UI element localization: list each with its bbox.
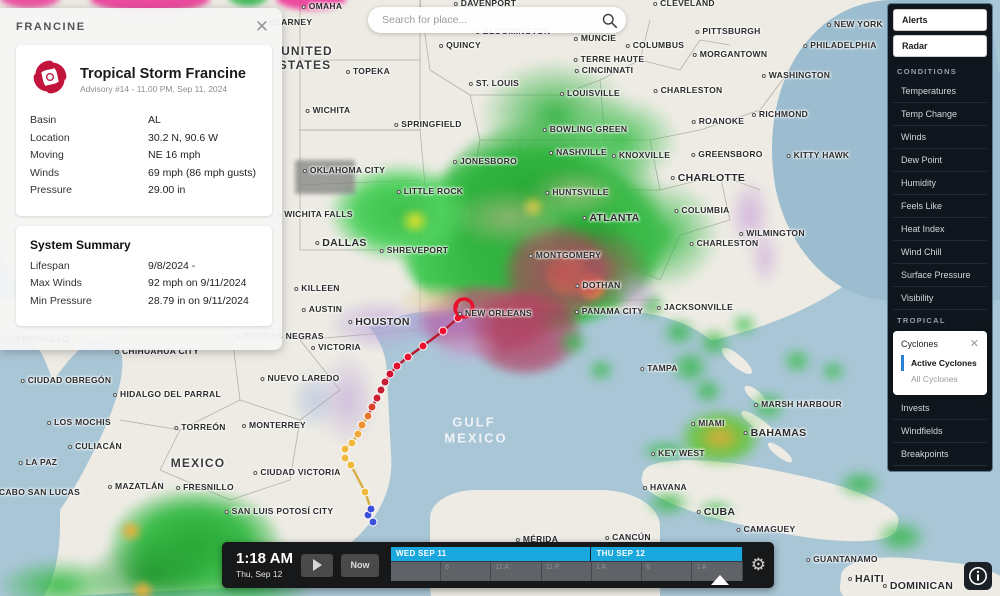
detail-label: Lifespan <box>30 260 148 272</box>
summary-row: Max Winds92 mph on 9/11/2024 <box>30 277 258 289</box>
sidebar-item-invests[interactable]: Invests <box>893 397 987 420</box>
system-summary-list: Lifespan9/8/2024 -Max Winds92 mph on 9/1… <box>30 260 258 307</box>
play-button[interactable] <box>301 554 333 577</box>
summary-row: Lifespan9/8/2024 - <box>30 260 258 272</box>
sidebar-item-temperatures[interactable]: Temperatures <box>893 80 987 103</box>
cyclone-option-active-cyclones[interactable]: Active Cyclones <box>901 355 979 371</box>
timeline-tick[interactable]: 11 P <box>542 562 592 581</box>
detail-value: 9/8/2024 - <box>148 260 195 272</box>
layers-sidebar: Alerts Radar CONDITIONS TemperaturesTemp … <box>887 3 993 472</box>
timeline-tick[interactable]: 11 A <box>491 562 541 581</box>
sidebar-section-conditions: CONDITIONS <box>893 61 987 80</box>
sidebar-tropical-list: InvestsWindfieldsBreakpoints <box>893 397 987 466</box>
timeline-bar: 1:18 AM Thu, Sep 12 Now WED SEP 11THU SE… <box>222 542 774 588</box>
sidebar-item-surface-pressure[interactable]: Surface Pressure <box>893 264 987 287</box>
detail-value: 69 mph (86 mph gusts) <box>148 167 256 179</box>
detail-value: 29.00 in <box>148 184 185 196</box>
storm-detail-list: BasinALLocation30.2 N, 90.6 WMovingNE 16… <box>30 114 258 196</box>
hurricane-icon <box>30 57 70 102</box>
play-icon <box>313 559 322 571</box>
cyclones-popup-header: Cyclones ✕ <box>901 337 979 350</box>
cyclones-options: Active CyclonesAll Cyclones <box>901 355 979 387</box>
timeline-day-headers: WED SEP 11THU SEP 12 <box>391 547 743 561</box>
detail-label: Winds <box>30 167 148 179</box>
system-summary-card: System Summary Lifespan9/8/2024 -Max Win… <box>16 226 272 327</box>
sidebar-item-humidity[interactable]: Humidity <box>893 172 987 195</box>
storm-detail-row: BasinAL <box>30 114 258 126</box>
cyclone-marker-icon[interactable] <box>451 295 477 321</box>
summary-row: Min Pressure28.79 in on 9/11/2024 <box>30 295 258 307</box>
detail-value: 28.79 in on 9/11/2024 <box>148 295 249 307</box>
sidebar-top-buttons: Alerts Radar <box>893 9 987 57</box>
timeline-playhead[interactable] <box>711 575 729 585</box>
cyclones-popup: Cyclones ✕ Active CyclonesAll Cyclones <box>893 331 987 395</box>
sidebar-item-feels-like[interactable]: Feels Like <box>893 195 987 218</box>
storm-detail-row: Winds69 mph (86 mph gusts) <box>30 167 258 179</box>
cyclone-option-all-cyclones[interactable]: All Cyclones <box>901 371 979 387</box>
sidebar-button-radar[interactable]: Radar <box>893 35 987 57</box>
sidebar-item-windfields[interactable]: Windfields <box>893 420 987 443</box>
storm-heading: Tropical Storm Francine Advisory #14 - 1… <box>30 57 258 102</box>
close-icon[interactable]: ✕ <box>970 337 979 350</box>
detail-value: NE 16 mph <box>148 149 201 161</box>
search-input[interactable] <box>382 14 601 26</box>
storm-info-panel: FRANCINE ✕ <box>0 8 282 350</box>
sidebar-item-winds[interactable]: Winds <box>893 126 987 149</box>
sidebar-conditions-list: TemperaturesTemp ChangeWindsDew PointHum… <box>893 80 987 310</box>
timeline-tick[interactable]: 6 <box>642 562 692 581</box>
cyclones-popup-title: Cyclones <box>901 339 938 349</box>
sidebar-item-heat-index[interactable]: Heat Index <box>893 218 987 241</box>
weather-map-app: OMAHADAVENPORTBLOOMINGTONCLEVELANDNEW YO… <box>0 0 1000 596</box>
sidebar-item-visibility[interactable]: Visibility <box>893 287 987 310</box>
detail-label: Pressure <box>30 184 148 196</box>
storm-name: Tropical Storm Francine <box>80 66 246 82</box>
sidebar-item-temp-change[interactable]: Temp Change <box>893 103 987 126</box>
timeline-date: Thu, Sep 12 <box>236 569 293 579</box>
timeline-tick[interactable]: 1 A <box>592 562 642 581</box>
detail-label: Min Pressure <box>30 295 148 307</box>
timeline-clock: 1:18 AM Thu, Sep 12 <box>236 551 293 579</box>
storm-detail-card: Tropical Storm Francine Advisory #14 - 1… <box>16 45 272 216</box>
storm-detail-row: MovingNE 16 mph <box>30 149 258 161</box>
timeline-time: 1:18 AM <box>236 551 293 567</box>
storm-detail-row: Pressure29.00 in <box>30 184 258 196</box>
sidebar-item-dew-point[interactable]: Dew Point <box>893 149 987 172</box>
detail-value: 92 mph on 9/11/2024 <box>148 277 246 289</box>
now-button[interactable]: Now <box>341 554 379 577</box>
info-button[interactable] <box>964 562 992 590</box>
storm-advisory: Advisory #14 - 11.00 PM, Sep 11, 2024 <box>80 84 246 94</box>
storm-panel-header: FRANCINE ✕ <box>16 18 272 35</box>
search-bar[interactable] <box>368 7 626 33</box>
timeline-tick[interactable] <box>391 562 441 581</box>
detail-value: 30.2 N, 90.6 W <box>148 132 218 144</box>
search-icon[interactable] <box>601 12 618 29</box>
sidebar-item-wind-chill[interactable]: Wind Chill <box>893 241 987 264</box>
detail-label: Moving <box>30 149 148 161</box>
timeline-day: WED SEP 11 <box>391 547 592 561</box>
sidebar-button-alerts[interactable]: Alerts <box>893 9 987 31</box>
detail-label: Max Winds <box>30 277 148 289</box>
timeline-scrubber[interactable]: WED SEP 11THU SEP 12 611 A11 P1 A61 A <box>391 547 743 583</box>
storm-detail-row: Location30.2 N, 90.6 W <box>30 132 258 144</box>
now-label: Now <box>350 560 369 570</box>
close-icon[interactable]: ✕ <box>252 18 272 35</box>
gear-icon[interactable]: ⚙ <box>751 555 766 575</box>
sidebar-section-tropical: TROPICAL <box>893 310 987 329</box>
timeline-tick[interactable]: 6 <box>441 562 491 581</box>
system-summary-title: System Summary <box>30 238 258 252</box>
timeline-hour-ticks[interactable]: 611 A11 P1 A61 A <box>391 561 743 581</box>
detail-value: AL <box>148 114 161 126</box>
storm-panel-title: FRANCINE <box>16 21 86 33</box>
sidebar-item-breakpoints[interactable]: Breakpoints <box>893 443 987 466</box>
detail-label: Location <box>30 132 148 144</box>
info-icon <box>968 566 988 586</box>
timeline-day: THU SEP 12 <box>591 547 742 561</box>
detail-label: Basin <box>30 114 148 126</box>
